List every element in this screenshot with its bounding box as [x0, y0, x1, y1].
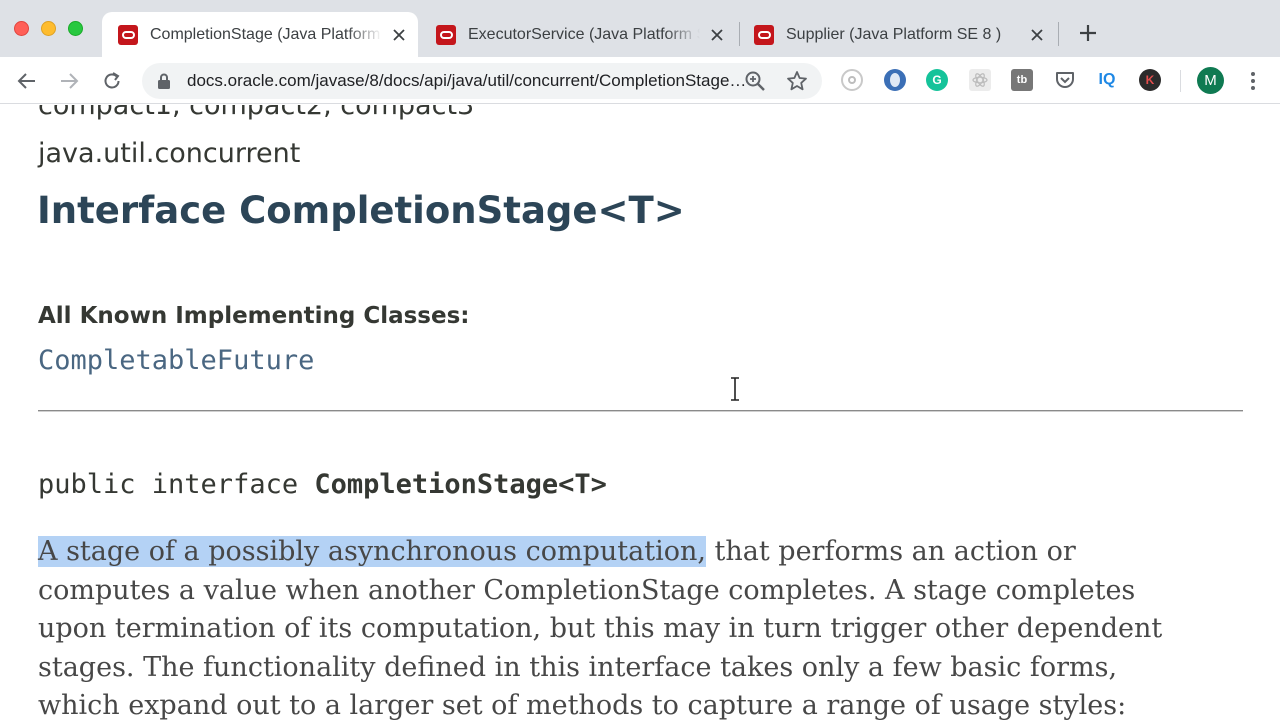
reload-button[interactable]	[99, 68, 125, 94]
description-line: computes a value when another Completion…	[38, 574, 1136, 606]
react-devtools-icon[interactable]	[969, 69, 991, 91]
pocket-icon[interactable]	[1054, 69, 1076, 91]
tb-icon[interactable]: tb	[1011, 69, 1033, 91]
oracle-favicon-icon	[118, 24, 138, 45]
tab-executorservice[interactable]: ExecutorService (Java Platform SE 8 )	[420, 12, 736, 57]
k-icon[interactable]: K	[1139, 69, 1161, 91]
forward-button[interactable]	[56, 68, 82, 94]
browser-menu-button[interactable]	[1243, 69, 1263, 93]
reload-icon	[104, 72, 120, 89]
window-zoom-button[interactable]	[68, 21, 83, 36]
address-bar[interactable]: docs.oracle.com/javase/8/docs/api/java/u…	[142, 63, 822, 99]
window-minimize-button[interactable]	[41, 21, 56, 36]
sync-icon[interactable]	[884, 69, 906, 91]
compact-profiles: compact1, compact2, compact3	[38, 105, 475, 121]
selected-text: A stage of a possibly asynchronous compu…	[38, 536, 706, 567]
grammarly-label: G	[932, 73, 942, 87]
avatar-initial: M	[1204, 72, 1217, 89]
plus-icon	[1080, 25, 1096, 41]
text-cursor-icon	[731, 377, 739, 401]
arrow-left-icon	[17, 73, 35, 89]
toolbar-separator	[1180, 70, 1181, 92]
description-line: which expand out to a larger set of meth…	[38, 690, 1127, 720]
tb-label: tb	[1016, 74, 1028, 86]
signature-name: CompletionStage<T>	[314, 469, 607, 500]
completablefuture-link[interactable]: CompletableFuture	[38, 345, 314, 376]
package-name: java.util.concurrent	[38, 138, 301, 169]
oracle-favicon-icon	[754, 24, 774, 45]
tab-title: CompletionStage (Java Platform SE 8 )	[150, 25, 382, 43]
url-text[interactable]: docs.oracle.com/javase/8/docs/api/java/u…	[187, 71, 747, 91]
browser-toolbar: docs.oracle.com/javase/8/docs/api/java/u…	[0, 57, 1280, 104]
arrow-right-icon	[61, 73, 79, 89]
tab-close-icon[interactable]	[1028, 26, 1046, 44]
interface-signature: public interface CompletionStage<T>	[38, 469, 607, 500]
adblock-icon[interactable]	[841, 69, 863, 91]
signature-prefix: public interface	[38, 469, 315, 500]
tab-close-icon[interactable]	[708, 26, 726, 44]
iq-label: IQ	[1098, 71, 1116, 88]
window-close-button[interactable]	[14, 21, 29, 36]
description-line: upon termination of its computation, but…	[38, 613, 1163, 645]
tab-title: Supplier (Java Platform SE 8 )	[786, 25, 1002, 43]
implementing-classes-label: All Known Implementing Classes:	[38, 303, 470, 329]
lock-icon[interactable]	[156, 72, 172, 90]
interface-description: A stage of a possibly asynchronous compu…	[38, 533, 1238, 720]
grammarly-icon[interactable]: G	[926, 69, 948, 91]
atom-icon	[972, 73, 988, 87]
tab-close-icon[interactable]	[390, 26, 408, 44]
tab-strip: CompletionStage (Java Platform SE 8 ) Ex…	[0, 0, 1280, 57]
bookmark-star-icon[interactable]	[786, 70, 808, 92]
divider	[38, 410, 1243, 412]
zoom-icon[interactable]	[744, 70, 766, 92]
tab-title: ExecutorService (Java Platform SE 8 )	[468, 25, 700, 43]
oracle-favicon-icon	[436, 24, 456, 45]
description-line: stages. The functionality defined in thi…	[38, 651, 1118, 683]
iq-icon[interactable]: IQ	[1096, 69, 1118, 91]
page-title: Interface CompletionStage<T>	[37, 189, 685, 232]
avatar[interactable]: M	[1197, 67, 1224, 94]
tab-supplier[interactable]: Supplier (Java Platform SE 8 )	[740, 12, 1056, 57]
description-text: that performs an action or	[705, 536, 1076, 567]
description-line: A stage of a possibly asynchronous compu…	[38, 533, 1238, 572]
k-label: K	[1145, 73, 1155, 87]
back-button[interactable]	[14, 68, 40, 94]
page-content: compact1, compact2, compact3 java.util.c…	[0, 105, 1280, 720]
tab-completionstage[interactable]: CompletionStage (Java Platform SE 8 )	[102, 12, 418, 57]
tab-separator	[1058, 22, 1059, 46]
new-tab-button[interactable]	[1076, 21, 1100, 45]
pocket-shape-icon	[1056, 72, 1074, 88]
